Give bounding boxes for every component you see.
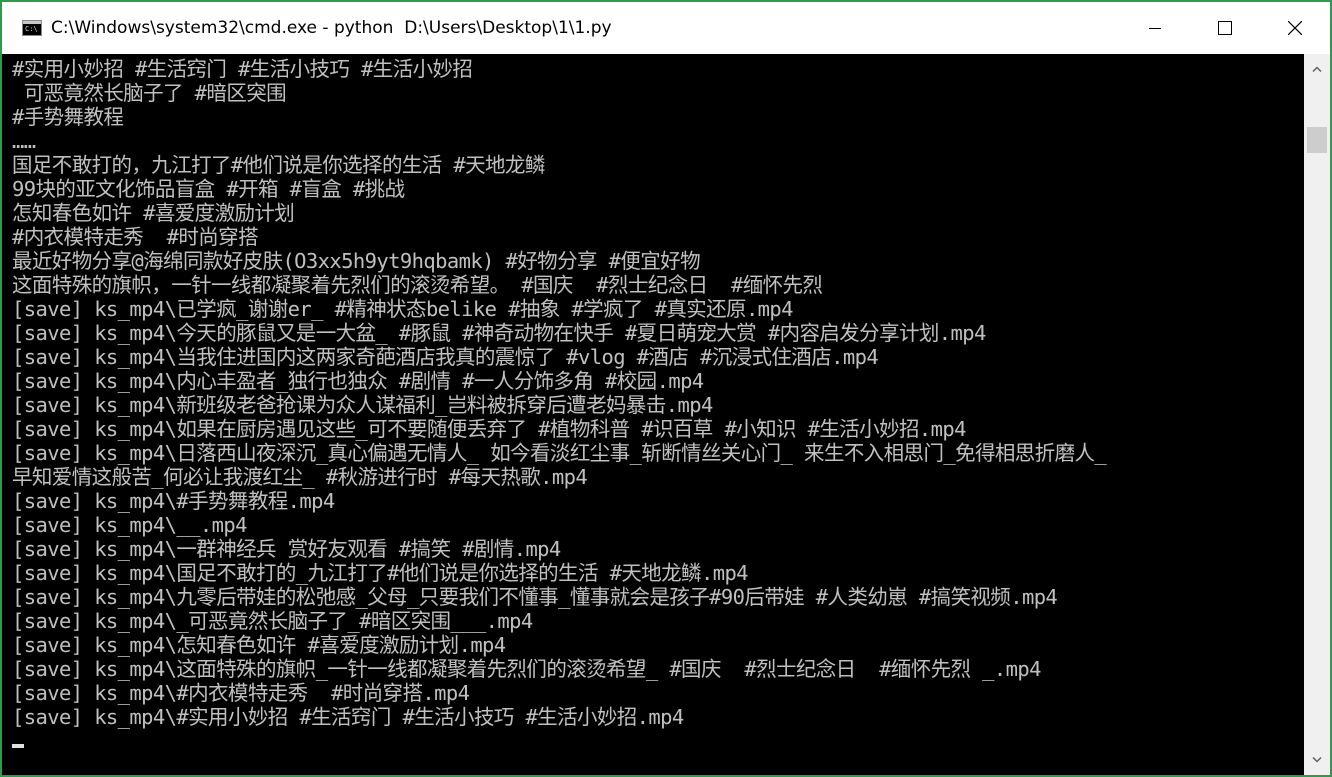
console-line: [save] ks_mp4\内心丰盈者_独行也独众 #剧情 #一人分饰多角 #校… (12, 369, 704, 393)
cmd-window: C:\ C:\Windows\system32\cmd.exe - python… (0, 0, 1332, 777)
vertical-scrollbar[interactable] (1304, 54, 1330, 775)
title-bar[interactable]: C:\ C:\Windows\system32\cmd.exe - python… (2, 2, 1330, 54)
console-line: [save] ks_mp4\#手势舞教程.mp4 (12, 489, 335, 513)
console-line: …… (12, 129, 36, 153)
scroll-down-arrow-icon (1312, 757, 1322, 763)
scroll-up-button[interactable] (1304, 56, 1330, 82)
console-line: [save] ks_mp4\_可恶竟然长脑子了_#暗区突围___.mp4 (12, 609, 533, 633)
console-lines: #实用小妙招 #生活窍门 #生活小技巧 #生活小妙招 可恶竟然长脑子了 #暗区突… (12, 57, 1304, 729)
text-cursor (12, 744, 24, 748)
console-line: [save] ks_mp4\已学疯_谢谢er_ #精神状态belike #抽象 … (12, 297, 794, 321)
console-line: [save] ks_mp4\怎知春色如许 #喜爱度激励计划.mp4 (12, 633, 506, 657)
console-line: [save] ks_mp4\如果在厨房遇见这些_可不要随便丢弃了 #植物科普 #… (12, 417, 966, 441)
scroll-down-button[interactable] (1304, 747, 1330, 773)
console-line: [save] ks_mp4\#实用小妙招 #生活窍门 #生活小技巧 #生活小妙招… (12, 705, 684, 729)
console-line: 早知爱情这般苦_何必让我渡红尘_ #秋游进行时 #每天热歌.mp4 (12, 465, 588, 489)
console-line: [save] ks_mp4\日落西山夜深沉_真心偏遇无情人_ 如今看淡红尘事_斩… (12, 441, 1107, 465)
window-title: C:\Windows\system32\cmd.exe - python D:\… (51, 18, 612, 38)
console-output[interactable]: #实用小妙招 #生活窍门 #生活小技巧 #生活小妙招 可恶竟然长脑子了 #暗区突… (2, 54, 1304, 775)
cmd-app-icon[interactable]: C:\ (22, 20, 42, 36)
console-line: [save] ks_mp4\__.mp4 (12, 513, 247, 537)
minimize-button[interactable] (1120, 2, 1190, 54)
console-line: [save] ks_mp4\新班级老爸抢课为众人谋福利_岂料被拆穿后遭老妈暴击.… (12, 393, 713, 417)
console-line: 国足不敢打的，九江打了#他们说是你选择的生活 #天地龙鳞 (12, 153, 545, 177)
console-line: [save] ks_mp4\九零后带娃的松弛感_父母_只要我们不懂事_懂事就会是… (12, 585, 1058, 609)
console-line: [save] ks_mp4\国足不敢打的_九江打了#他们说是你选择的生活 #天地… (12, 561, 749, 585)
console-line: [save] ks_mp4\当我住进国内这两家奇葩酒店我真的震惊了 #vlog … (12, 345, 879, 369)
console-line: 可恶竟然长脑子了 #暗区突围 (12, 81, 287, 105)
minimize-icon (1149, 28, 1161, 29)
console-line: #手势舞教程 (12, 105, 124, 129)
app-icon-label: C:\ (25, 25, 38, 33)
console-line: 最近好物分享@海绵同款好皮肤(O3xx5h9yt9hqbamk) #好物分享 #… (12, 249, 701, 273)
console-line: 这面特殊的旗帜，一针一线都凝聚着先烈们的滚烫希望。 #国庆 #烈士纪念日 #缅怀… (12, 273, 823, 297)
console-line: [save] ks_mp4\这面特殊的旗帜_一针一线都凝聚着先烈们的滚烫希望_ … (12, 657, 1041, 681)
maximize-button[interactable] (1190, 2, 1260, 54)
scroll-up-arrow-icon (1312, 66, 1322, 72)
console-line: [save] ks_mp4\#内衣模特走秀 #时尚穿搭.mp4 (12, 681, 470, 705)
console-line: #实用小妙招 #生活窍门 #生活小技巧 #生活小妙招 (12, 57, 473, 81)
close-button[interactable] (1260, 2, 1330, 54)
close-icon (1288, 21, 1302, 35)
console-line: [save] ks_mp4\今天的豚鼠又是一大盆_ #豚鼠 #神奇动物在快手 #… (12, 321, 986, 345)
console-line: 99块的亚文化饰品盲盒 #开箱 #盲盒 #挑战 (12, 177, 405, 201)
console-line: #内衣模特走秀 #时尚穿搭 (12, 225, 259, 249)
console-line: 怎知春色如许 #喜爱度激励计划 (12, 201, 295, 225)
console-line: [save] ks_mp4\一群神经兵 赏好友观看 #搞笑 #剧情.mp4 (12, 537, 561, 561)
window-controls (1120, 2, 1330, 54)
maximize-icon (1218, 21, 1232, 35)
scrollbar-thumb[interactable] (1307, 127, 1327, 153)
